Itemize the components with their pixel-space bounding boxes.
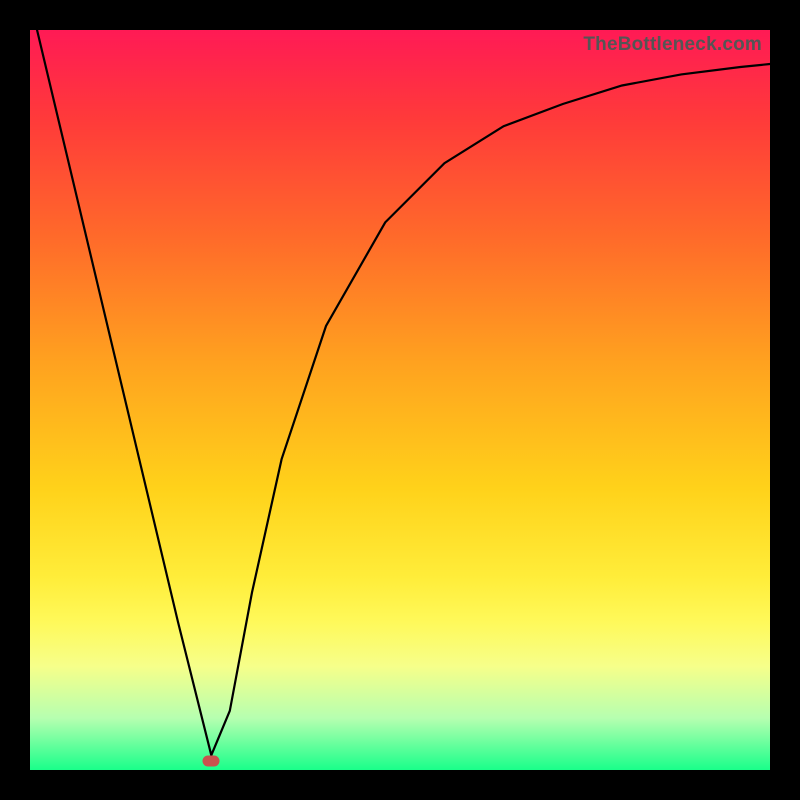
- plot-area: TheBottleneck.com: [30, 30, 770, 770]
- bottleneck-curve-path: [30, 30, 770, 755]
- chart-frame: TheBottleneck.com: [0, 0, 800, 800]
- curve-svg: [30, 30, 770, 770]
- minimum-marker: [203, 756, 220, 767]
